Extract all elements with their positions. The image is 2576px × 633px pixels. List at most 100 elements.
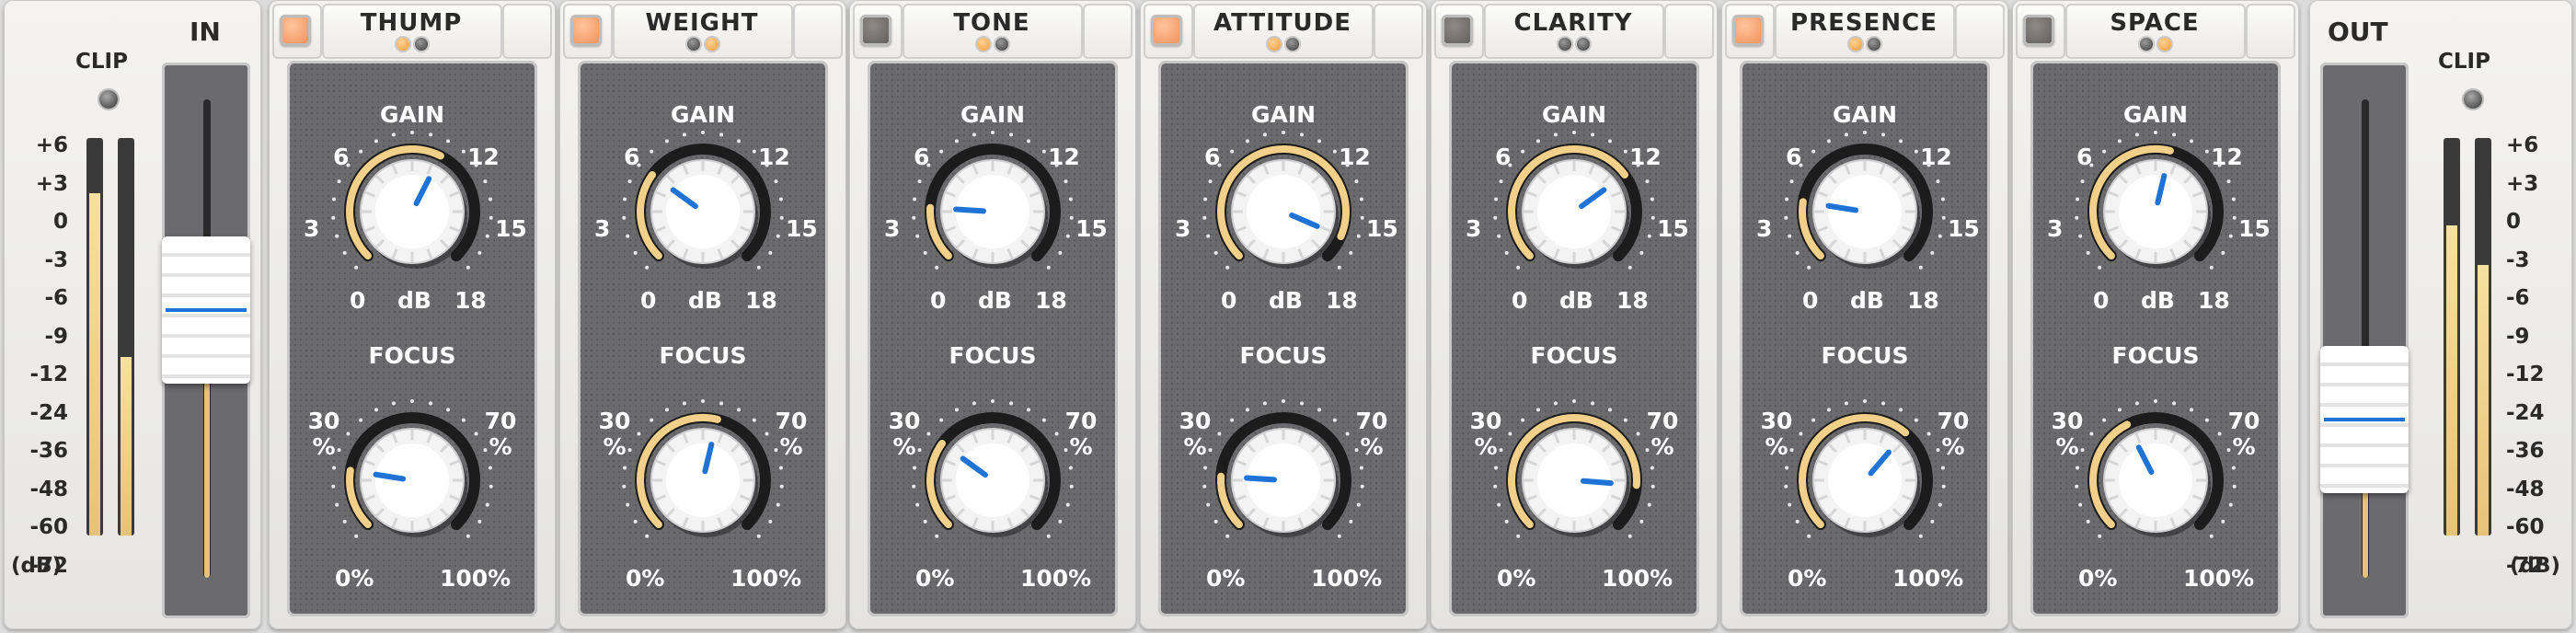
meter-scale-tick: 0 [52, 210, 68, 234]
meter-scale-tick: -3 [44, 247, 68, 272]
meter-scale-tick: +6 [2506, 133, 2539, 157]
focus-knob[interactable] [868, 388, 1118, 572]
band-controls: GAIN 6 12 3 15 0 dB 18 FOCUS 30 % 70 % 0% 100% [287, 61, 537, 616]
focus-knob[interactable] [287, 388, 537, 572]
band-name: TONE [953, 9, 1030, 37]
gain-knob[interactable] [287, 120, 537, 304]
status-led-icon [2158, 38, 2171, 51]
output-meter-left [2444, 138, 2460, 535]
gain-knob[interactable] [1740, 120, 1990, 304]
band-name: SPACE [2110, 9, 2200, 37]
status-led-icon [687, 38, 700, 51]
band-clarity: CLARITY GAIN 6 12 3 15 0 dB 18 FOCUS 30 % 70 % 0% 100… [1431, 0, 1718, 629]
status-led-icon [2140, 38, 2153, 51]
focus-title: FOCUS [2111, 342, 2200, 369]
focus-title: FOCUS [949, 342, 1037, 369]
meter-scale-tick: -36 [29, 439, 68, 463]
input-clip-label: CLIP [75, 50, 128, 74]
meter-scale-tick: -3 [2506, 247, 2530, 272]
focus-title: FOCUS [659, 342, 747, 369]
band-leds [269, 37, 556, 54]
band-leds [559, 37, 846, 54]
status-led-icon [995, 38, 1008, 51]
gain-knob-pointer [953, 206, 987, 214]
meter-scale-tick: +3 [2506, 171, 2539, 196]
status-led-icon [1558, 38, 1571, 51]
focus-title: FOCUS [1530, 342, 1618, 369]
band-leds [1721, 37, 2008, 54]
input-title: IN [190, 17, 221, 47]
band-thump: THUMP GAIN 6 12 3 15 0 dB 18 FOCUS 30 % 70 % 0% 100% [269, 0, 556, 629]
status-led-icon [415, 38, 428, 51]
band-name: WEIGHT [645, 9, 759, 37]
meter-scale-tick: -12 [2506, 363, 2545, 386]
input-section: IN CLIP +6 +3 0 -3 -6 -9 -12 -24 -36 -48 -60 -72 (d… [4, 0, 261, 629]
input-fader-handle[interactable] [162, 236, 250, 384]
meter-scale-tick: -60 [2506, 515, 2545, 539]
input-meter-left-fill [89, 193, 100, 535]
meter-scale-tick: 0 [2506, 210, 2522, 234]
status-led-icon [1868, 38, 1880, 51]
input-clip-led [99, 90, 118, 109]
meter-scale-tick: -9 [2506, 324, 2530, 349]
input-fader-track [162, 63, 250, 618]
output-title: OUT [2328, 17, 2388, 47]
band-controls: GAIN 6 12 3 15 0 dB 18 FOCUS 30 % 70 % 0% 100% [1158, 61, 1409, 616]
focus-title: FOCUS [1821, 342, 1909, 369]
band-name: CLARITY [1513, 9, 1633, 37]
band-name: ATTITUDE [1213, 9, 1352, 37]
status-led-icon [1577, 38, 1590, 51]
gain-knob[interactable] [1449, 120, 1699, 304]
output-fader-handle[interactable] [2320, 346, 2409, 494]
input-meter-left [86, 138, 103, 535]
output-clip-led [2464, 90, 2482, 109]
band-leds [2012, 37, 2299, 54]
meter-scale-tick: -12 [29, 363, 68, 386]
meter-scale-tick: -9 [44, 324, 68, 349]
focus-knob[interactable] [578, 388, 828, 572]
band-controls: GAIN 6 12 3 15 0 dB 18 FOCUS 30 % 70 % 0% 100% [2030, 61, 2281, 616]
band-tone: TONE GAIN 6 12 3 15 0 dB 18 FOCUS 30 % 70 % 0% 100% [849, 0, 1136, 629]
output-meter-right [2475, 138, 2491, 535]
band-name: PRESENCE [1790, 9, 1938, 37]
meter-scale-tick: +6 [35, 133, 68, 157]
gain-knob[interactable] [1158, 120, 1409, 304]
output-clip-label: CLIP [2438, 50, 2490, 74]
input-meter-right-fill [121, 356, 132, 535]
gain-knob[interactable] [2030, 120, 2281, 304]
focus-title: FOCUS [368, 342, 456, 369]
status-led-icon [706, 38, 719, 51]
focus-knob-pointer [1244, 475, 1278, 483]
output-unit-label: (dB) [2510, 554, 2561, 578]
band-leds [849, 37, 1136, 54]
band-controls: GAIN 6 12 3 15 0 dB 18 FOCUS 30 % 70 % 0% 100% [578, 61, 828, 616]
status-led-icon [1849, 38, 1862, 51]
band-leds [1140, 37, 1427, 54]
focus-knob[interactable] [1158, 388, 1409, 572]
meter-scale-tick: -24 [2506, 400, 2545, 425]
output-fader-track [2320, 63, 2409, 618]
band-leds [1431, 37, 1718, 54]
gain-knob[interactable] [578, 120, 828, 304]
band-attitude: ATTITUDE GAIN 6 12 3 15 0 dB 18 FOCUS 30 % 70 % 0% 10… [1140, 0, 1427, 629]
meter-scale-tick: -6 [44, 286, 68, 310]
band-controls: GAIN 6 12 3 15 0 dB 18 FOCUS 30 % 70 % 0% 100% [868, 61, 1118, 616]
input-meter-right [118, 138, 134, 535]
status-led-icon [1268, 38, 1281, 51]
gain-knob[interactable] [868, 120, 1118, 304]
focus-knob[interactable] [1449, 388, 1699, 572]
band-weight: WEIGHT GAIN 6 12 3 15 0 dB 18 FOCUS 30 % 70 % 0% 100% [559, 0, 846, 629]
output-section: OUT CLIP +6 +3 0 -3 -6 -9 -12 -24 -36 -48 -60 -72 (… [2309, 0, 2572, 629]
focus-knob[interactable] [2030, 388, 2281, 572]
output-meter-left-fill [2446, 225, 2457, 535]
band-space: SPACE GAIN 6 12 3 15 0 dB 18 FOCUS 30 % 70 % 0% 100% [2012, 0, 2299, 629]
focus-knob-pointer [1580, 478, 1614, 487]
focus-knob[interactable] [1740, 388, 1990, 572]
band-controls: GAIN 6 12 3 15 0 dB 18 FOCUS 30 % 70 % 0% 100% [1740, 61, 1990, 616]
meter-scale-tick: -24 [29, 400, 68, 425]
status-led-icon [397, 38, 409, 51]
meter-scale-tick: -36 [2506, 439, 2545, 463]
input-unit-label: (dB) [11, 554, 63, 578]
band-name: THUMP [360, 9, 463, 37]
band-controls: GAIN 6 12 3 15 0 dB 18 FOCUS 30 % 70 % 0% 100% [1449, 61, 1699, 616]
